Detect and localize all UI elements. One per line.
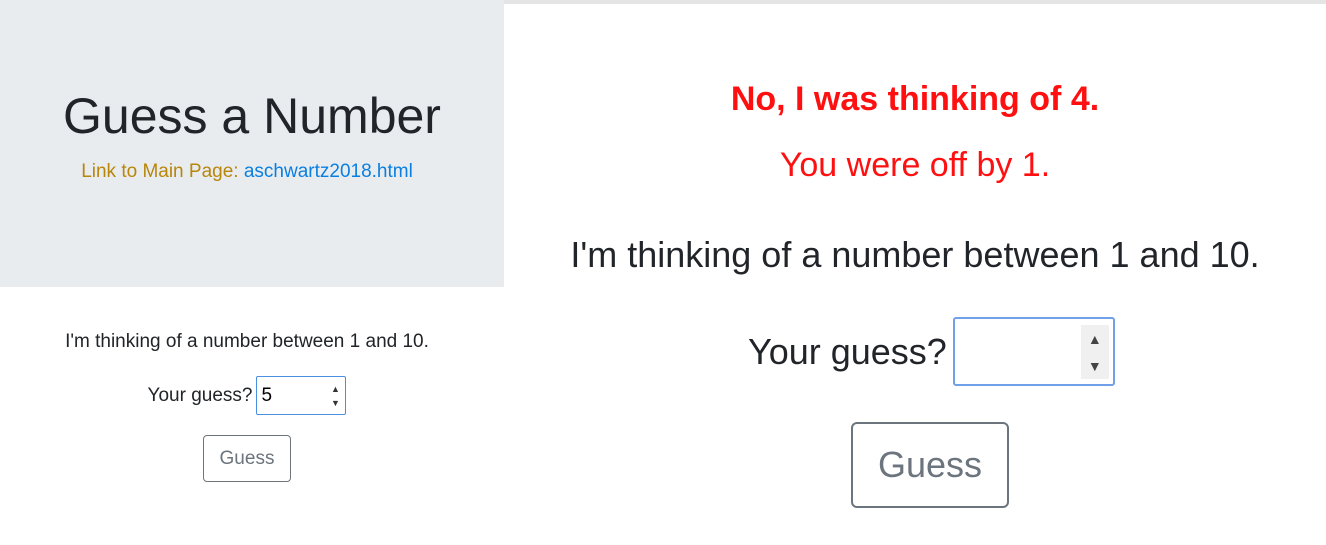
number-spinner[interactable]: ▲ ▼ <box>329 384 341 408</box>
jumbotron-header: Guess a Number Link to Main Page: aschwa… <box>0 0 504 287</box>
guess-label: Your guess? <box>147 384 253 406</box>
guess-label-zoomed: Your guess? <box>748 330 947 372</box>
guess-button[interactable]: Guess <box>203 435 291 482</box>
main-page-link[interactable]: aschwartz2018.html <box>244 161 413 182</box>
spin-up-icon[interactable]: ▲ <box>331 384 340 394</box>
guess-button-zoomed[interactable]: Guess <box>851 422 1009 508</box>
guess-number-input[interactable]: 5 ▲ ▼ <box>256 376 347 415</box>
spin-down-icon[interactable]: ▼ <box>1088 358 1102 374</box>
guess-number-input-zoomed[interactable]: ▲ ▼ <box>952 317 1115 386</box>
spin-down-icon[interactable]: ▼ <box>331 398 340 408</box>
guess-row: Your guess? 5 ▲ ▼ <box>0 376 494 415</box>
number-spinner-zoomed[interactable]: ▲ ▼ <box>1080 325 1109 379</box>
guess-prompt-zoomed: I'm thinking of a number between 1 and 1… <box>570 234 1260 275</box>
guess-input-value: 5 <box>261 384 273 406</box>
left-panel: Guess a Number Link to Main Page: aschwa… <box>0 0 504 545</box>
page-title: Guess a Number <box>63 88 441 144</box>
guess-prompt: I'm thinking of a number between 1 and 1… <box>65 331 429 352</box>
spin-up-icon[interactable]: ▲ <box>1088 331 1102 347</box>
result-message: No, I was thinking of 4. <box>730 80 1100 118</box>
right-panel-zoomed-result: No, I was thinking of 4. You were off by… <box>504 0 1326 545</box>
guess-row-zoomed: Your guess? ▲ ▼ <box>748 317 1115 386</box>
difference-message: You were off by 1. <box>779 146 1051 184</box>
main-page-link-line: Link to Main Page: aschwartz2018.html <box>0 160 494 184</box>
main-page-link-prefix: Link to Main Page: <box>81 161 244 182</box>
